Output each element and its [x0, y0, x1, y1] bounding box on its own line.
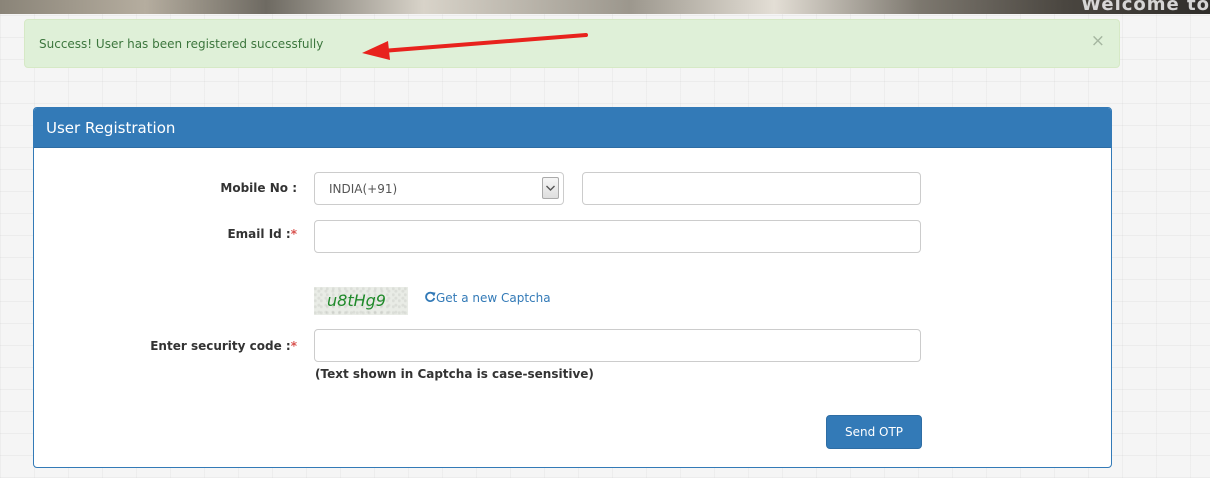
required-asterisk: *: [290, 227, 297, 241]
security-code-label-text: Enter security code :: [150, 339, 291, 353]
captcha-image: u8tHg9: [314, 287, 408, 315]
page: Welcome to Success! User has been regist…: [0, 0, 1210, 478]
refresh-icon: [425, 291, 436, 302]
country-code-value: INDIA(+91): [329, 182, 398, 196]
email-label: Email Id :*: [227, 227, 297, 241]
send-otp-button[interactable]: Send OTP: [826, 415, 922, 449]
arrow-left-icon: [362, 33, 588, 60]
chevron-down-icon[interactable]: [542, 177, 559, 199]
security-code-input[interactable]: [314, 329, 921, 362]
country-code-select[interactable]: INDIA(+91): [314, 172, 564, 205]
captcha-text: u8tHg9: [327, 291, 386, 310]
security-code-label: Enter security code :*: [150, 339, 297, 353]
email-label-text: Email Id :: [227, 227, 291, 241]
captcha-help-text: (Text shown in Captcha is case-sensitive…: [315, 367, 594, 381]
required-asterisk: *: [290, 339, 297, 353]
panel-title: User Registration: [34, 108, 1111, 148]
header-banner-image: Welcome to: [0, 0, 1210, 15]
get-new-captcha-link[interactable]: Get a new Captcha: [424, 291, 551, 305]
email-input[interactable]: [314, 220, 921, 253]
alert-message: Success! User has been registered succes…: [39, 37, 324, 51]
banner-text: Welcome to: [1081, 0, 1210, 15]
mobile-number-input[interactable]: [582, 172, 921, 205]
mobile-label: Mobile No :: [220, 181, 297, 195]
captcha-link-label: Get a new Captcha: [436, 291, 551, 305]
close-icon[interactable]: ×: [1091, 33, 1105, 50]
registration-panel: User Registration Mobile No : INDIA(+91)…: [33, 107, 1112, 468]
